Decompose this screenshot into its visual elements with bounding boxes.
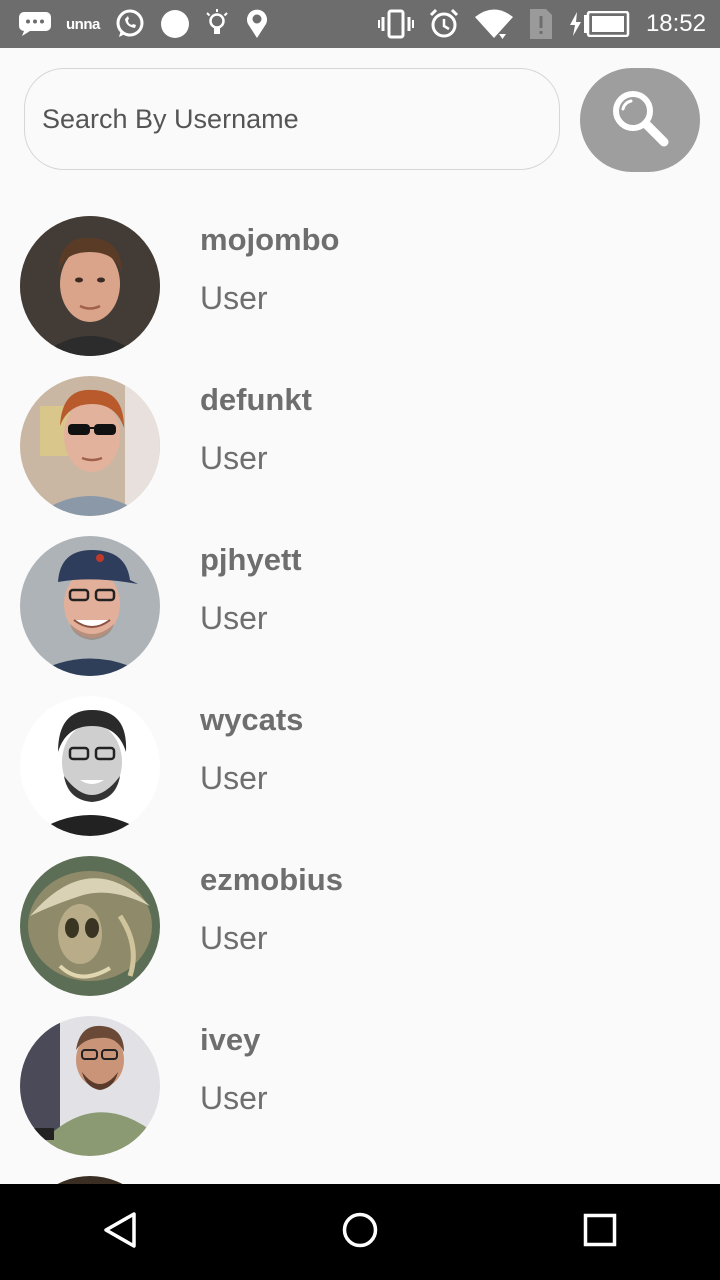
recents-icon	[583, 1213, 617, 1252]
list-item[interactable]: defunkt User	[0, 356, 720, 516]
location-icon	[244, 8, 270, 40]
list-item[interactable]: ivey User	[0, 996, 720, 1156]
username: ivey	[200, 1022, 261, 1057]
user-list: mojombo User defunkt User pjhyett User w…	[0, 196, 720, 1184]
username: defunkt	[200, 382, 312, 417]
carrier-logo: unna	[66, 15, 100, 33]
username: pjhyett	[200, 542, 302, 577]
navigation-bar	[0, 1184, 720, 1280]
search-input[interactable]	[42, 103, 522, 135]
recents-button[interactable]	[550, 1184, 650, 1280]
circle-icon	[160, 8, 190, 40]
search-button[interactable]	[580, 68, 700, 172]
lightbulb-icon	[204, 8, 230, 40]
list-item-partial[interactable]	[0, 1156, 720, 1184]
vibrate-icon	[377, 8, 414, 40]
user-type: User	[200, 280, 268, 316]
avatar	[20, 1176, 160, 1184]
home-button[interactable]	[310, 1184, 410, 1280]
wifi-icon	[474, 8, 514, 40]
home-icon	[341, 1211, 379, 1254]
back-button[interactable]	[70, 1184, 170, 1280]
user-type: User	[200, 1080, 268, 1116]
battery-charging-icon	[568, 8, 630, 40]
user-type: User	[200, 760, 268, 796]
list-item[interactable]: pjhyett User	[0, 516, 720, 676]
list-item[interactable]: ezmobius User	[0, 836, 720, 996]
avatar	[20, 1016, 160, 1156]
search-bar	[24, 68, 700, 172]
alarm-icon	[428, 8, 460, 40]
list-item[interactable]: wycats User	[0, 676, 720, 836]
avatar	[20, 216, 160, 356]
avatar	[20, 536, 160, 676]
avatar	[20, 856, 160, 996]
whatsapp-icon	[114, 8, 146, 40]
user-type: User	[200, 440, 268, 476]
user-type: User	[200, 920, 268, 956]
list-item[interactable]: mojombo User	[0, 196, 720, 356]
search-icon	[609, 87, 671, 154]
search-field[interactable]	[24, 68, 560, 170]
username: wycats	[200, 702, 304, 737]
status-bar: unna 18:52	[0, 0, 720, 48]
clock: 18:52	[645, 10, 706, 37]
username: ezmobius	[200, 862, 343, 897]
user-type: User	[200, 600, 268, 636]
username: mojombo	[200, 222, 340, 257]
avatar	[20, 376, 160, 516]
sim-alert-icon	[528, 8, 554, 40]
back-icon	[102, 1211, 138, 1254]
avatar	[20, 696, 160, 836]
message-icon	[18, 8, 52, 40]
